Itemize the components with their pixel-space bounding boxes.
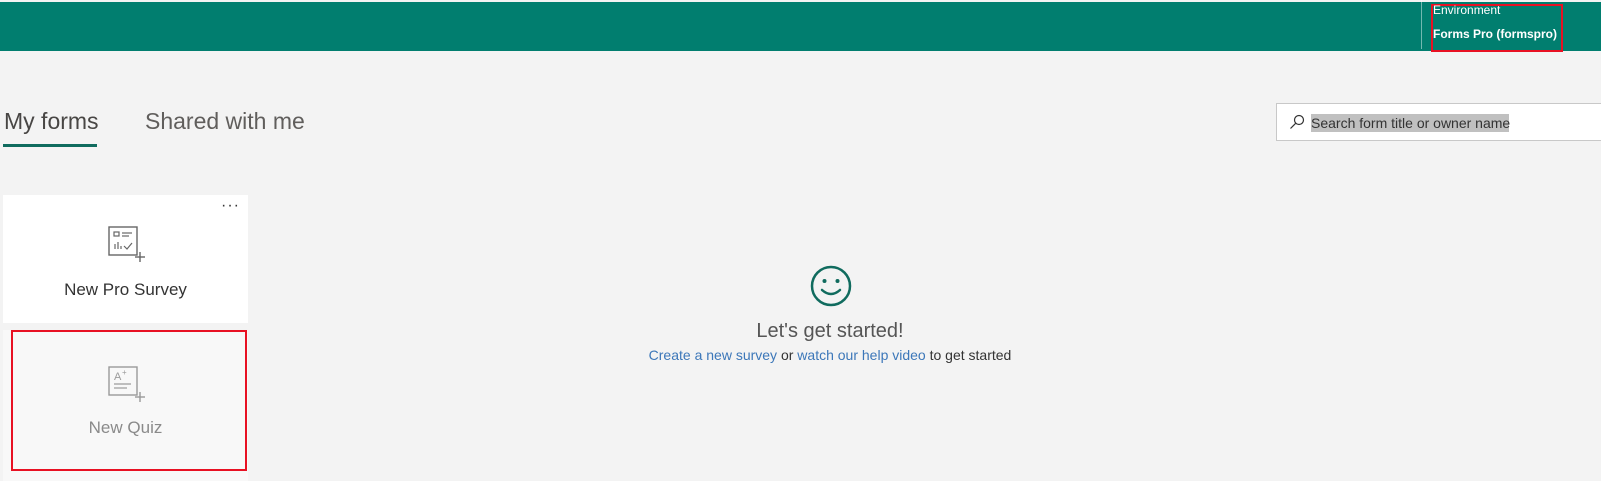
tab-shared-with-me[interactable]: Shared with me [145, 108, 305, 135]
or-text: or [777, 347, 798, 363]
environment-label: Environment [1433, 3, 1501, 17]
environment-divider [1421, 0, 1422, 49]
get-started-suffix: to get started [925, 347, 1012, 363]
active-tab-indicator [3, 144, 97, 147]
new-pro-survey-card[interactable]: ··· New Pro Survey [3, 195, 248, 323]
search-input[interactable] [1311, 113, 1601, 133]
search-box[interactable] [1276, 103, 1601, 141]
empty-state-message: Create a new survey or watch our help vi… [560, 347, 1100, 363]
tab-my-forms[interactable]: My forms [4, 108, 99, 135]
help-video-link[interactable]: watch our help video [797, 347, 925, 363]
create-survey-link[interactable]: Create a new survey [649, 347, 777, 363]
new-pro-survey-label: New Pro Survey [64, 280, 187, 299]
more-options-button[interactable]: ··· [221, 197, 240, 215]
empty-state-title: Let's get started! [756, 320, 904, 342]
smiley-icon [810, 265, 852, 307]
search-icon [1290, 114, 1305, 129]
top-bar [0, 0, 1601, 51]
survey-icon [108, 226, 145, 262]
quiz-highlight-box [11, 330, 247, 471]
environment-selector[interactable]: Forms Pro (formspro) [1433, 27, 1557, 41]
